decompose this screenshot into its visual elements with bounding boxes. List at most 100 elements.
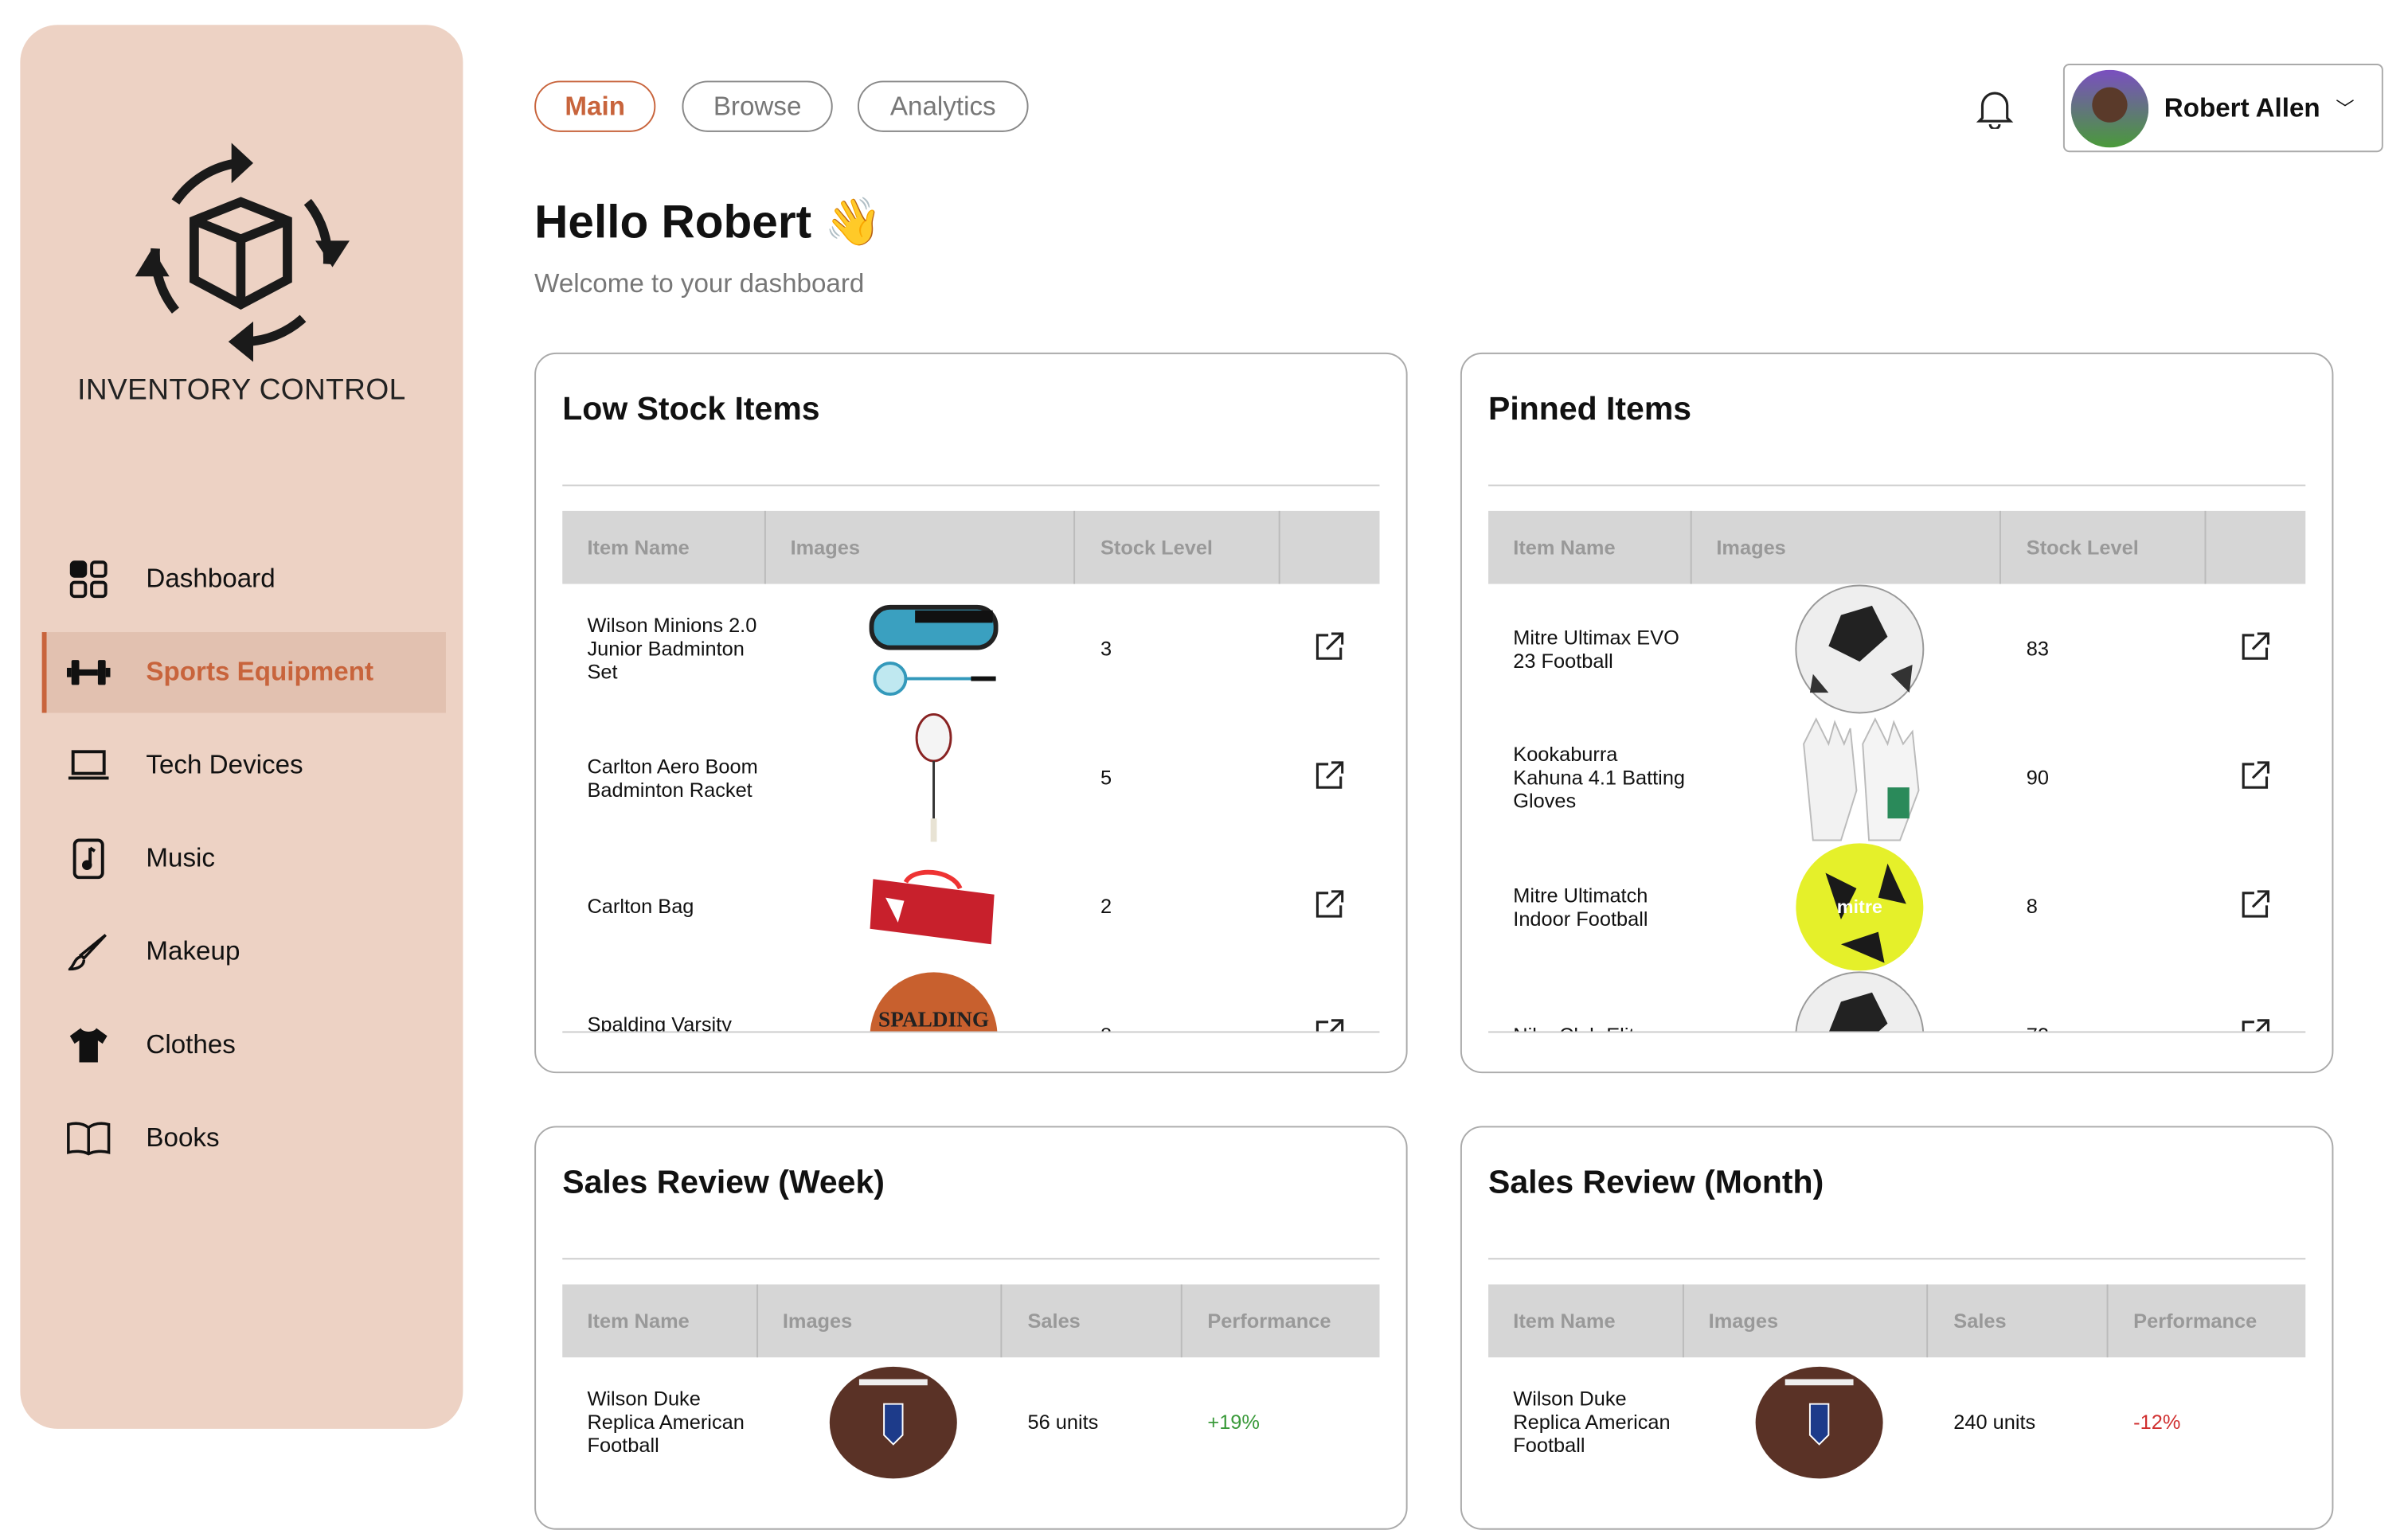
external-link-icon[interactable] bbox=[2207, 759, 2306, 795]
divider bbox=[1488, 484, 2306, 486]
sidebar-item-dashboard[interactable]: Dashboard bbox=[42, 539, 441, 619]
divider bbox=[562, 1258, 1380, 1260]
external-link-icon[interactable] bbox=[2207, 630, 2306, 666]
item-image: SPALDING bbox=[765, 970, 1075, 1032]
table-row[interactable]: Mitre Ultimax EVO 23 Football 83 bbox=[1488, 584, 2305, 713]
item-name: Wilson Minions 2.0 Junior Badminton Set bbox=[587, 613, 757, 684]
item-image bbox=[1691, 970, 2001, 1032]
sidebar-item-tech-devices[interactable]: Tech Devices bbox=[42, 725, 441, 806]
tab-browse[interactable]: Browse bbox=[682, 80, 833, 132]
performance-value: +19% bbox=[1207, 1410, 1260, 1434]
external-link-icon[interactable] bbox=[1280, 759, 1380, 795]
column-header: Sales bbox=[1929, 1284, 2109, 1358]
logo-icon bbox=[135, 142, 350, 362]
item-image: mitre bbox=[1691, 841, 2001, 971]
table-row[interactable]: Kookaburra Kahuna 4.1 Batting Gloves 90 bbox=[1488, 713, 2305, 842]
sidebar-item-label: Clothes bbox=[146, 1029, 236, 1060]
stock-level: 8 bbox=[2026, 894, 2038, 919]
card-title: Low Stock Items bbox=[562, 391, 820, 427]
item-name: Wilson Duke Replica American Football bbox=[587, 1387, 745, 1458]
column-header bbox=[1280, 511, 1380, 584]
column-header: Item Name bbox=[562, 510, 766, 584]
pinned-card: Pinned Items Item Name Images Stock Level … bbox=[1460, 352, 2334, 1074]
item-image bbox=[1691, 712, 2001, 843]
external-link-icon[interactable] bbox=[2207, 888, 2306, 924]
tab-main[interactable]: Main bbox=[534, 80, 656, 132]
dumbbell-icon bbox=[65, 650, 112, 697]
card-title: Pinned Items bbox=[1488, 391, 1692, 427]
svg-text:mitre: mitre bbox=[1836, 896, 1882, 916]
table-row[interactable]: Spalding Varsity TF-150 SPALDING 8 bbox=[562, 970, 1379, 1032]
external-link-icon[interactable] bbox=[2207, 1017, 2306, 1032]
table-row[interactable]: Mitre Ultimatch Indoor Football mitre 8 bbox=[1488, 841, 2305, 970]
column-header: Images bbox=[1683, 1284, 1929, 1358]
column-header: Stock Level bbox=[1076, 510, 1280, 584]
item-name: Spalding Varsity TF-150 bbox=[587, 1012, 732, 1033]
laptop-icon bbox=[65, 743, 112, 790]
table-header: Item Name Images Sales Performance bbox=[562, 1284, 1380, 1358]
item-image bbox=[1691, 584, 2001, 714]
item-image bbox=[1683, 1357, 1929, 1487]
stock-level: 8 bbox=[1076, 1024, 1280, 1032]
item-name: Nike Club Elite bbox=[1488, 1024, 1691, 1032]
external-link-icon[interactable] bbox=[1280, 888, 1380, 924]
table-row[interactable]: Wilson Minions 2.0 Junior Badminton Set … bbox=[562, 584, 1379, 713]
sidebar-item-makeup[interactable]: Makeup bbox=[42, 911, 441, 992]
item-name: Mitre Ultimatch Indoor Football bbox=[1513, 883, 1648, 930]
item-name: Mitre Ultimax EVO 23 Football bbox=[1513, 625, 1679, 672]
table-row[interactable]: Wilson Duke Replica American Football 56… bbox=[562, 1357, 1379, 1486]
stock-level: 90 bbox=[2026, 765, 2050, 790]
music-note-icon bbox=[65, 836, 112, 883]
column-header: Item Name bbox=[1488, 1284, 1684, 1358]
table-row[interactable]: Carlton Bag 2 bbox=[562, 841, 1379, 970]
bell-icon[interactable] bbox=[1976, 88, 2014, 129]
column-header: Item Name bbox=[562, 1284, 758, 1358]
card-title: Sales Review (Week) bbox=[562, 1165, 885, 1201]
stock-level: 3 bbox=[1100, 636, 1112, 661]
item-name: Wilson Duke Replica American Football bbox=[1513, 1387, 1671, 1458]
external-link-icon[interactable] bbox=[1280, 630, 1380, 666]
sidebar-item-label: Dashboard bbox=[146, 564, 276, 594]
table-body[interactable]: Wilson Minions 2.0 Junior Badminton Set … bbox=[562, 584, 1380, 1033]
sidebar-item-clothes[interactable]: Clothes bbox=[42, 1005, 441, 1085]
stock-level: 83 bbox=[2026, 636, 2050, 661]
table-row[interactable]: Nike Club Elite 72 bbox=[1488, 970, 2305, 1032]
sidebar-item-books[interactable]: Books bbox=[42, 1098, 441, 1178]
stock-level: 2 bbox=[1100, 894, 1112, 919]
table-header: Item Name Images Sales Performance bbox=[1488, 1284, 2306, 1358]
column-header: Item Name bbox=[1488, 510, 1692, 584]
column-header: Images bbox=[765, 510, 1076, 584]
table-body[interactable]: Wilson Duke Replica American Football 24… bbox=[1488, 1357, 2305, 1528]
svg-text:SPALDING: SPALDING bbox=[878, 1007, 988, 1031]
book-icon bbox=[65, 1115, 112, 1162]
item-image bbox=[765, 866, 1075, 946]
sidebar-item-label: Books bbox=[146, 1122, 220, 1153]
sidebar-item-music[interactable]: Music bbox=[42, 818, 441, 899]
sales-week-card: Sales Review (Week) Item Name Images Sales… bbox=[534, 1126, 1408, 1530]
column-header: Performance bbox=[1207, 1309, 1331, 1333]
external-link-icon[interactable] bbox=[1280, 1017, 1380, 1032]
table-header: Item Name Images Stock Level bbox=[562, 510, 1380, 584]
brand-name: INVENTORY CONTROL bbox=[77, 374, 406, 408]
tab-analytics[interactable]: Analytics bbox=[857, 80, 1029, 132]
column-header bbox=[2207, 511, 2306, 584]
user-menu[interactable]: Robert Allen ﹀ bbox=[2062, 63, 2383, 153]
table-row[interactable]: Wilson Duke Replica American Football 24… bbox=[1488, 1357, 2305, 1486]
low-stock-card: Low Stock Items Item Name Images Stock Lev… bbox=[534, 352, 1408, 1074]
table-body[interactable]: Mitre Ultimax EVO 23 Football 83 Kookabu… bbox=[1488, 584, 2306, 1033]
sidebar-item-sports-equipment[interactable]: Sports Equipment bbox=[41, 632, 446, 713]
column-header: Stock Level bbox=[2002, 510, 2207, 584]
divider bbox=[562, 484, 1380, 486]
column-header: Performance bbox=[2133, 1309, 2258, 1333]
column-header: Sales bbox=[1003, 1284, 1183, 1358]
column-header: Images bbox=[758, 1284, 1003, 1358]
wave-icon: 👋 bbox=[824, 197, 883, 249]
item-image bbox=[765, 712, 1075, 843]
brush-icon bbox=[65, 929, 112, 976]
divider bbox=[1488, 1258, 2306, 1260]
chevron-down-icon: ﹀ bbox=[2336, 97, 2355, 120]
table-body[interactable]: Wilson Duke Replica American Football 56… bbox=[562, 1357, 1379, 1528]
table-row[interactable]: Carlton Aero Boom Badminton Racket 5 bbox=[562, 712, 1380, 843]
page-subtitle: Welcome to your dashboard bbox=[534, 268, 865, 299]
sales-units: 56 units bbox=[1027, 1410, 1099, 1434]
